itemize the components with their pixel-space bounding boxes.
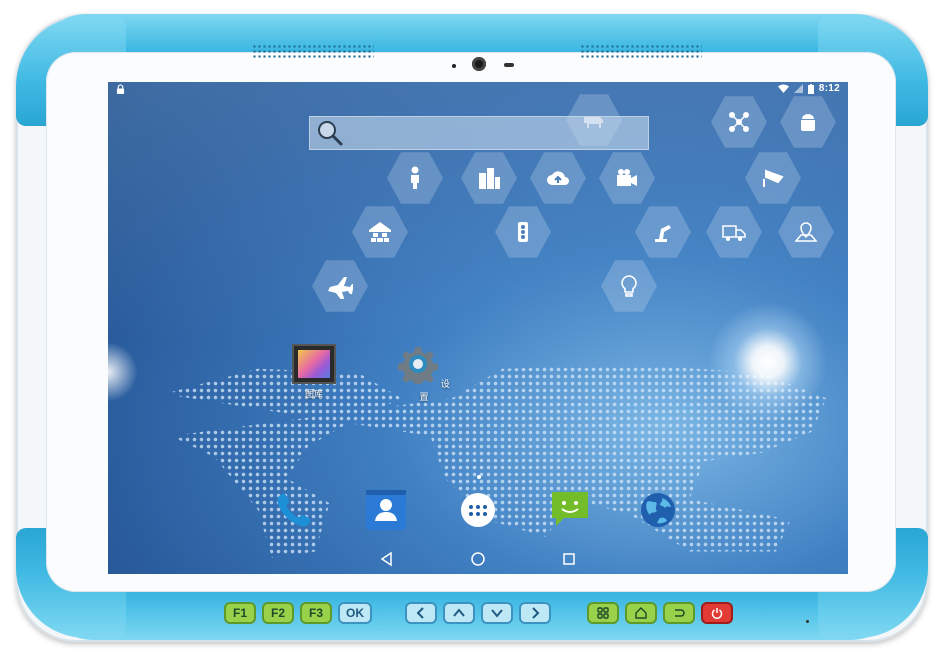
contacts-icon[interactable] — [366, 490, 406, 530]
chevron-left-icon — [416, 607, 424, 619]
navigation-bar — [108, 544, 848, 574]
house-icon — [635, 607, 647, 619]
hex-map-location-icon — [778, 206, 834, 258]
hex-robot-arm-icon — [635, 206, 691, 258]
hex-truck-icon — [706, 206, 762, 258]
f2-key[interactable]: F2 — [262, 602, 294, 624]
power-key[interactable] — [701, 602, 733, 624]
speaker-grille-left — [252, 44, 374, 58]
hex-video-camera-icon — [599, 152, 655, 204]
return-arrow-icon — [675, 609, 685, 617]
microphone-hole — [806, 620, 809, 623]
lock-icon — [116, 84, 125, 94]
hex-warehouse-icon — [352, 206, 408, 258]
hex-android-icon — [780, 96, 836, 148]
power-icon — [711, 608, 723, 619]
hex-lightbulb-icon — [601, 260, 657, 312]
hex-buildings-icon — [461, 152, 517, 204]
sensor-dot — [452, 64, 456, 68]
phone-icon[interactable] — [274, 490, 314, 530]
hex-network-icon — [711, 96, 767, 148]
light-flare-right — [708, 302, 828, 422]
search-icon — [318, 121, 343, 146]
front-camera — [472, 57, 486, 71]
up-arrow-key[interactable] — [443, 602, 475, 624]
signal-icon — [793, 84, 803, 93]
left-arrow-key[interactable] — [405, 602, 437, 624]
status-bar: 8:12 — [108, 82, 848, 98]
page-indicator-dot — [477, 475, 481, 479]
battery-icon — [807, 83, 814, 94]
right-arrow-key[interactable] — [519, 602, 551, 624]
clock-time: 8:12 — [818, 83, 840, 94]
messaging-icon[interactable] — [550, 488, 590, 528]
back-icon[interactable] — [378, 550, 396, 568]
recent-apps-icon[interactable] — [560, 550, 578, 568]
hex-person-icon — [387, 152, 443, 204]
ok-key[interactable]: OK — [338, 602, 372, 624]
light-flare-left — [108, 342, 138, 402]
f3-key[interactable]: F3 — [300, 602, 332, 624]
home-icon[interactable] — [469, 550, 487, 568]
wifi-icon — [777, 84, 789, 93]
app-gallery-label: 图库 — [304, 389, 323, 399]
browser-globe-icon[interactable] — [638, 490, 678, 530]
settings-gear-icon — [398, 347, 439, 387]
gallery-icon — [292, 344, 336, 384]
hex-airplane-icon — [312, 260, 368, 312]
tablet-screen: 8:12 图库 设置 — [108, 82, 848, 574]
down-arrow-key[interactable] — [481, 602, 513, 624]
chevron-up-icon — [453, 608, 465, 617]
chevron-down-icon — [491, 609, 503, 618]
indicator-led — [504, 63, 514, 67]
hex-security-camera-icon — [745, 152, 801, 204]
chevron-right-icon — [532, 607, 540, 619]
home-key[interactable] — [625, 602, 657, 624]
f1-key[interactable]: F1 — [224, 602, 256, 624]
grid-icon — [597, 607, 609, 619]
app-gallery[interactable]: 图库 — [284, 344, 344, 400]
speaker-grille-right — [580, 44, 702, 58]
apps-key[interactable] — [587, 602, 619, 624]
hex-cloud-upload-icon — [530, 152, 586, 204]
return-key[interactable] — [663, 602, 695, 624]
app-settings[interactable]: 设置 — [394, 344, 454, 403]
app-drawer-icon[interactable] — [458, 490, 498, 530]
hex-traffic-light-icon — [495, 206, 551, 258]
